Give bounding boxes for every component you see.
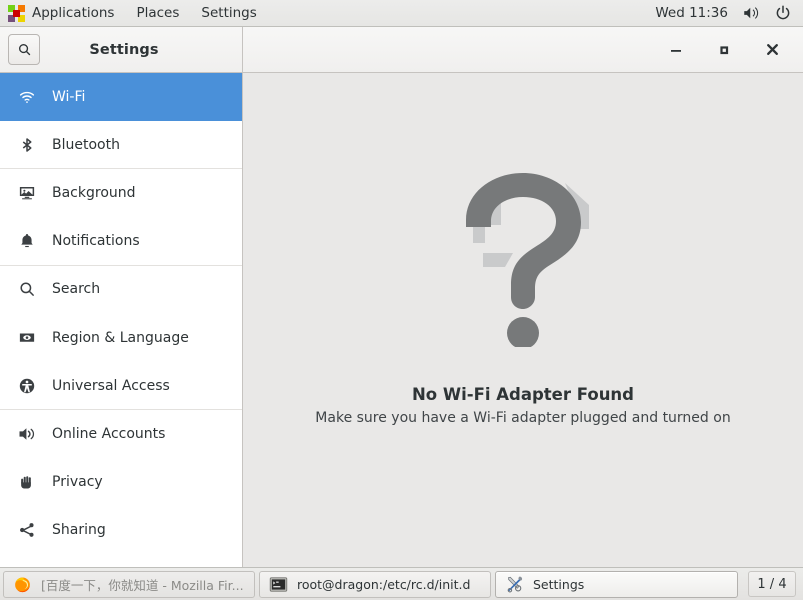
- applications-menu[interactable]: Applications: [0, 2, 124, 25]
- taskbar-item-firefox[interactable]: [百度一下，你就知道 - Mozilla Fir...: [3, 570, 255, 598]
- page-title: Settings: [89, 41, 159, 58]
- bottom-taskbar: [百度一下，你就知道 - Mozilla Fir... root@dragon:…: [0, 567, 803, 600]
- window-controls: [243, 27, 803, 72]
- minimize-icon: [671, 49, 681, 52]
- clock[interactable]: Wed 11:36: [655, 5, 728, 21]
- sidebar-item-label: Online Accounts: [52, 425, 166, 442]
- sidebar-item-label: Universal Access: [52, 377, 170, 394]
- window-titlebar: Settings: [0, 27, 803, 73]
- taskbar-item-label: Settings: [533, 576, 585, 592]
- sidebar-item-label: Search: [52, 281, 101, 298]
- settings-menu[interactable]: Settings: [191, 2, 266, 24]
- sidebar-item-background[interactable]: Background: [0, 169, 242, 217]
- sidebar-item-label: Region & Language: [52, 329, 189, 346]
- sidebar-item-notifications[interactable]: Notifications: [0, 218, 242, 266]
- accessibility-icon: [18, 377, 36, 395]
- sidebar-item-region-language[interactable]: Region & Language: [0, 314, 242, 362]
- sidebar-item-online-accounts[interactable]: Online Accounts: [0, 410, 242, 458]
- sidebar-item-search[interactable]: Search: [0, 266, 242, 314]
- wifi-icon: [18, 88, 36, 106]
- terminal-icon: [269, 575, 288, 594]
- settings-window: Settings Wi-Fi Bluetooth Background Noti…: [0, 27, 803, 567]
- search-icon: [18, 280, 36, 298]
- power-icon[interactable]: [774, 4, 792, 22]
- sidebar-item-wifi[interactable]: Wi-Fi: [0, 73, 242, 122]
- workspace-indicator[interactable]: 1 / 4: [748, 571, 796, 597]
- bell-icon: [18, 232, 36, 250]
- panel-status-area: Wed 11:36: [655, 4, 803, 22]
- taskbar-item-label: root@dragon:/etc/rc.d/init.d: [297, 576, 471, 592]
- places-menu[interactable]: Places: [126, 2, 189, 24]
- bluetooth-icon: [18, 136, 36, 154]
- titlebar-left-section: Settings: [0, 27, 243, 72]
- taskbar-item-settings[interactable]: Settings: [495, 570, 738, 598]
- wifi-panel-content: No Wi-Fi Adapter Found Make sure you hav…: [243, 73, 803, 567]
- tools-icon: [505, 575, 524, 594]
- sidebar-item-label: Privacy: [52, 474, 103, 491]
- sidebar-item-privacy[interactable]: Privacy: [0, 459, 242, 507]
- window-body: Wi-Fi Bluetooth Background Notifications…: [0, 73, 803, 567]
- settings-sidebar: Wi-Fi Bluetooth Background Notifications…: [0, 73, 243, 567]
- search-button[interactable]: [8, 34, 40, 65]
- sidebar-item-label: Background: [52, 184, 136, 201]
- sidebar-item-label: Bluetooth: [52, 136, 120, 153]
- empty-state-subtitle: Make sure you have a Wi-Fi adapter plugg…: [315, 409, 731, 426]
- sidebar-item-label: Sharing: [52, 522, 106, 539]
- sidebar-item-universal-access[interactable]: Universal Access: [0, 362, 242, 411]
- taskbar-item-label: [百度一下，你就知道 - Mozilla Fir...: [41, 577, 244, 593]
- flag-language-icon: [18, 329, 36, 347]
- sidebar-item-bluetooth[interactable]: Bluetooth: [0, 121, 242, 170]
- top-panel: Applications Places Settings Wed 11:36: [0, 0, 803, 27]
- online-accounts-icon: [18, 425, 36, 443]
- sidebar-item-label: Wi-Fi: [52, 88, 86, 105]
- applications-menu-label: Applications: [32, 5, 115, 21]
- maximize-icon: [720, 45, 729, 54]
- desktop-screen: Applications Places Settings Wed 11:36 S…: [0, 0, 803, 600]
- empty-state-title: No Wi-Fi Adapter Found: [412, 384, 634, 404]
- applications-pinwheel-icon: [8, 4, 25, 22]
- background-icon: [18, 184, 36, 202]
- sidebar-item-sharing[interactable]: Sharing: [0, 507, 242, 555]
- question-mark-icon: [435, 167, 611, 351]
- search-icon: [18, 44, 30, 56]
- firefox-icon: [13, 575, 32, 594]
- hand-icon: [18, 473, 36, 491]
- close-button[interactable]: [761, 39, 783, 61]
- close-icon: [766, 44, 778, 55]
- share-icon: [18, 521, 36, 539]
- maximize-button[interactable]: [713, 39, 735, 61]
- minimize-button[interactable]: [665, 39, 687, 61]
- speaker-icon[interactable]: [742, 4, 760, 22]
- sidebar-item-label: Notifications: [52, 233, 140, 250]
- taskbar-item-terminal[interactable]: root@dragon:/etc/rc.d/init.d: [259, 570, 491, 598]
